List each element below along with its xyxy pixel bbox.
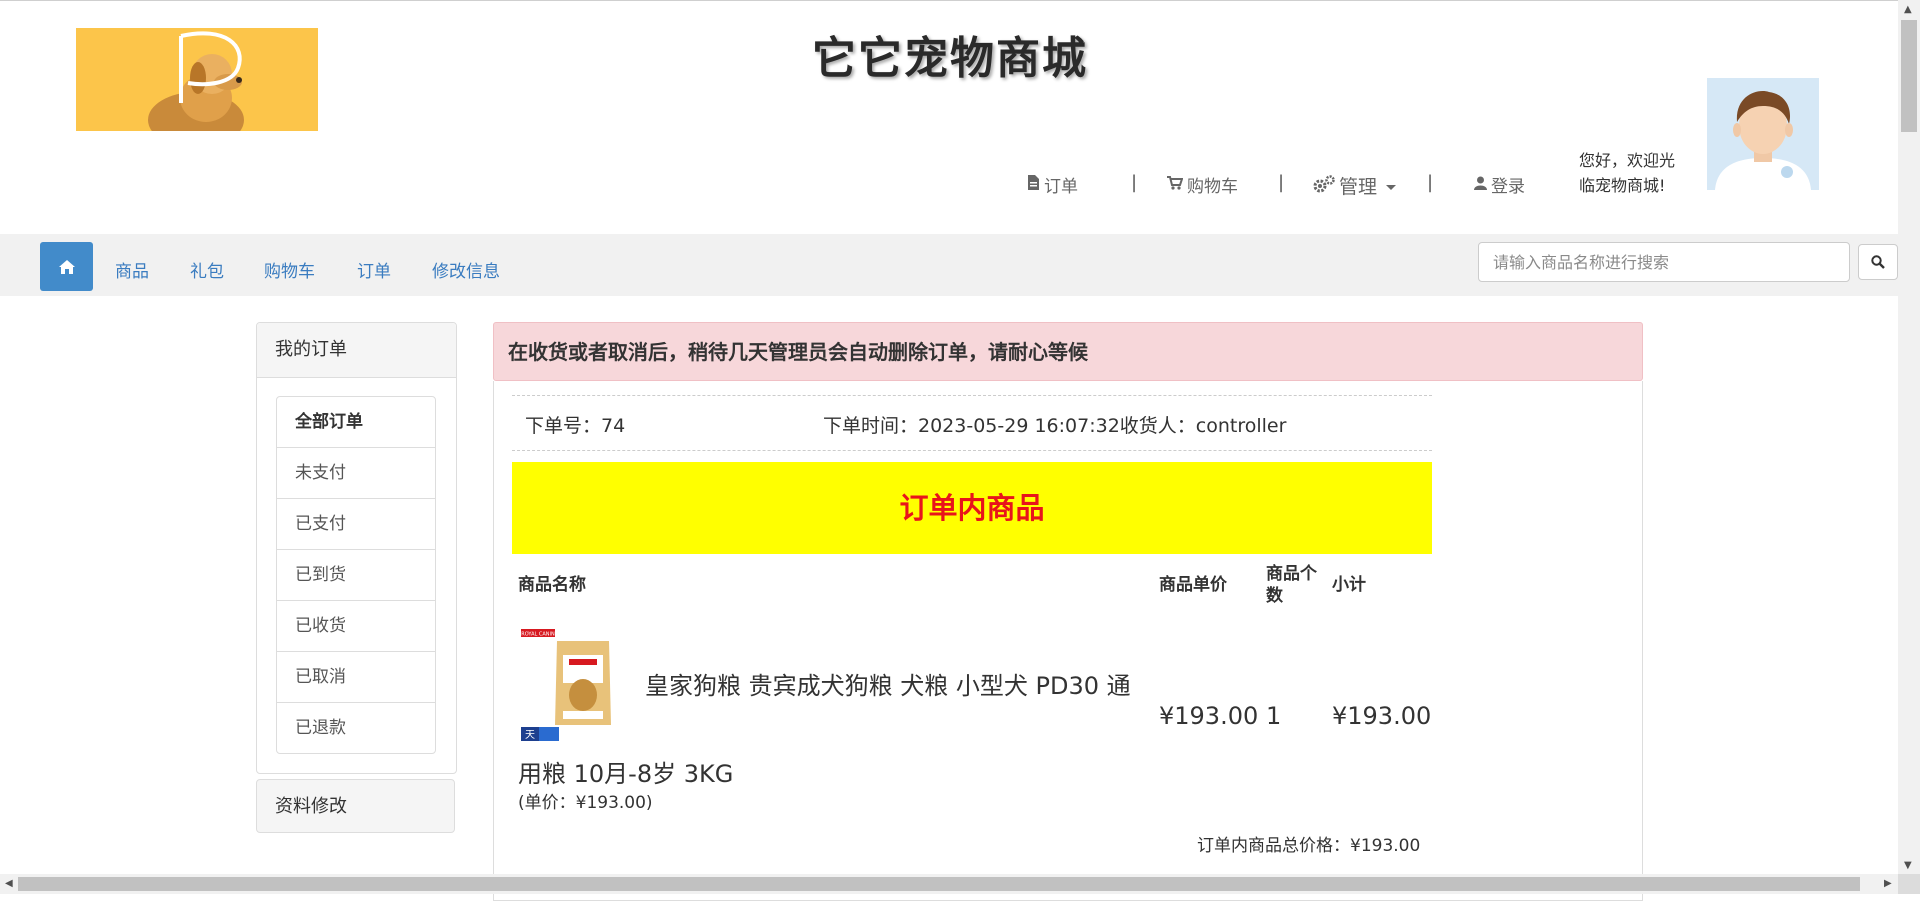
column-header-name: 商品名称 [518, 575, 586, 595]
scroll-left-arrow-icon[interactable]: ◀ [5, 878, 13, 889]
order-panel [493, 381, 1643, 901]
menu-item-arrived[interactable]: 已到货 [277, 550, 435, 601]
profile-edit-link[interactable]: 资料修改 [256, 779, 455, 833]
scrollbar-corner [1898, 874, 1920, 894]
separator: | [1427, 172, 1434, 193]
notice-alert: 在收货或者取消后，稍待几天管理员会自动删除订单，请耐心等候 [493, 322, 1643, 381]
top-border [0, 0, 1898, 1]
home-icon [58, 259, 75, 274]
column-header-quantity: 商品个数 [1266, 564, 1317, 606]
nav-item-edit-info[interactable]: 修改信息 [432, 257, 500, 282]
menu-item-refunded[interactable]: 已退款 [277, 703, 435, 753]
separator: | [1131, 172, 1138, 193]
cart-link[interactable]: 购物车 [1167, 172, 1238, 197]
nav-item-gift-packs[interactable]: 礼包 [190, 257, 224, 282]
gears-icon [1313, 174, 1335, 197]
site-title: 它它宠物商城 [812, 33, 1088, 84]
user-icon [1474, 176, 1487, 194]
orders-link[interactable]: 订单 [1027, 172, 1078, 197]
manage-dropdown[interactable]: 管理 [1313, 172, 1397, 199]
file-icon [1027, 175, 1040, 194]
product-image[interactable]: ROYAL CANIN 天 [519, 625, 645, 745]
manage-link-label: 管理 [1339, 176, 1378, 198]
scroll-right-arrow-icon[interactable]: ▶ [1884, 878, 1892, 889]
column-header-unit-price: 商品单价 [1159, 575, 1227, 595]
orders-link-label: 订单 [1044, 177, 1078, 197]
menu-item-received[interactable]: 已收货 [277, 601, 435, 652]
product-name-line1[interactable]: 皇家狗粮 贵宾成犬狗粮 犬粮 小型犬 PD30 通 [645, 666, 1131, 701]
nav-item-cart[interactable]: 购物车 [264, 257, 315, 282]
menu-item-cancelled[interactable]: 已取消 [277, 652, 435, 703]
vertical-scroll-thumb[interactable] [1901, 20, 1917, 132]
avatar[interactable] [1707, 78, 1819, 190]
separator: | [1278, 172, 1285, 193]
order-items-banner: 订单内商品 [512, 462, 1432, 554]
chevron-down-icon [1386, 184, 1397, 190]
menu-item-all-orders[interactable]: 全部订单 [277, 397, 435, 448]
nav-item-orders[interactable]: 订单 [357, 257, 391, 282]
search-button[interactable] [1858, 244, 1898, 280]
column-header-subtotal: 小计 [1332, 575, 1366, 595]
horizontal-scroll-thumb[interactable] [18, 877, 1860, 891]
order-info-row: 下单号：74 下单时间：2023-05-29 16:07:32收货人：contr… [512, 395, 1432, 451]
dog-logo-image [148, 31, 244, 131]
site-logo[interactable] [76, 28, 318, 131]
order-total: 订单内商品总价格：¥193.00 [1197, 836, 1421, 856]
search-icon [1871, 255, 1885, 269]
product-unit-note: (单价：¥193.00) [518, 793, 653, 813]
order-number: 下单号：74 [525, 415, 626, 437]
product-subtotal: ¥193.00 [1332, 702, 1432, 730]
cart-icon [1167, 175, 1184, 194]
product-name-line2[interactable]: 用粮 10月-8岁 3KG [518, 754, 733, 789]
welcome-text: 您好，欢迎光临宠物商城! [1579, 151, 1676, 195]
brand-label: ROYAL CANIN [521, 632, 555, 638]
order-filter-menu: 全部订单 未支付 已支付 已到货 已收货 已取消 已退款 [276, 396, 436, 754]
login-link[interactable]: 登录 [1474, 172, 1525, 197]
menu-item-unpaid[interactable]: 未支付 [277, 448, 435, 499]
menu-item-paid[interactable]: 已支付 [277, 499, 435, 550]
cart-link-label: 购物车 [1187, 177, 1238, 197]
scroll-up-arrow-icon[interactable]: ▲ [1904, 4, 1912, 15]
main-navbar: 商品 礼包 购物车 订单 修改信息 [0, 234, 1898, 296]
home-button[interactable] [40, 242, 93, 291]
product-unit-price: ¥193.00 [1159, 702, 1259, 730]
login-link-label: 登录 [1491, 177, 1525, 197]
avatar-image [1707, 78, 1819, 190]
product-quantity: 1 [1266, 702, 1282, 730]
nav-item-products[interactable]: 商品 [115, 257, 149, 282]
scroll-down-arrow-icon[interactable]: ▼ [1904, 860, 1912, 871]
order-time-receiver: 下单时间：2023-05-29 16:07:32收货人：controller [823, 415, 1287, 437]
search-input[interactable] [1478, 242, 1850, 282]
badge-label: 天 [525, 730, 535, 741]
my-orders-title: 我的订单 [257, 323, 456, 378]
